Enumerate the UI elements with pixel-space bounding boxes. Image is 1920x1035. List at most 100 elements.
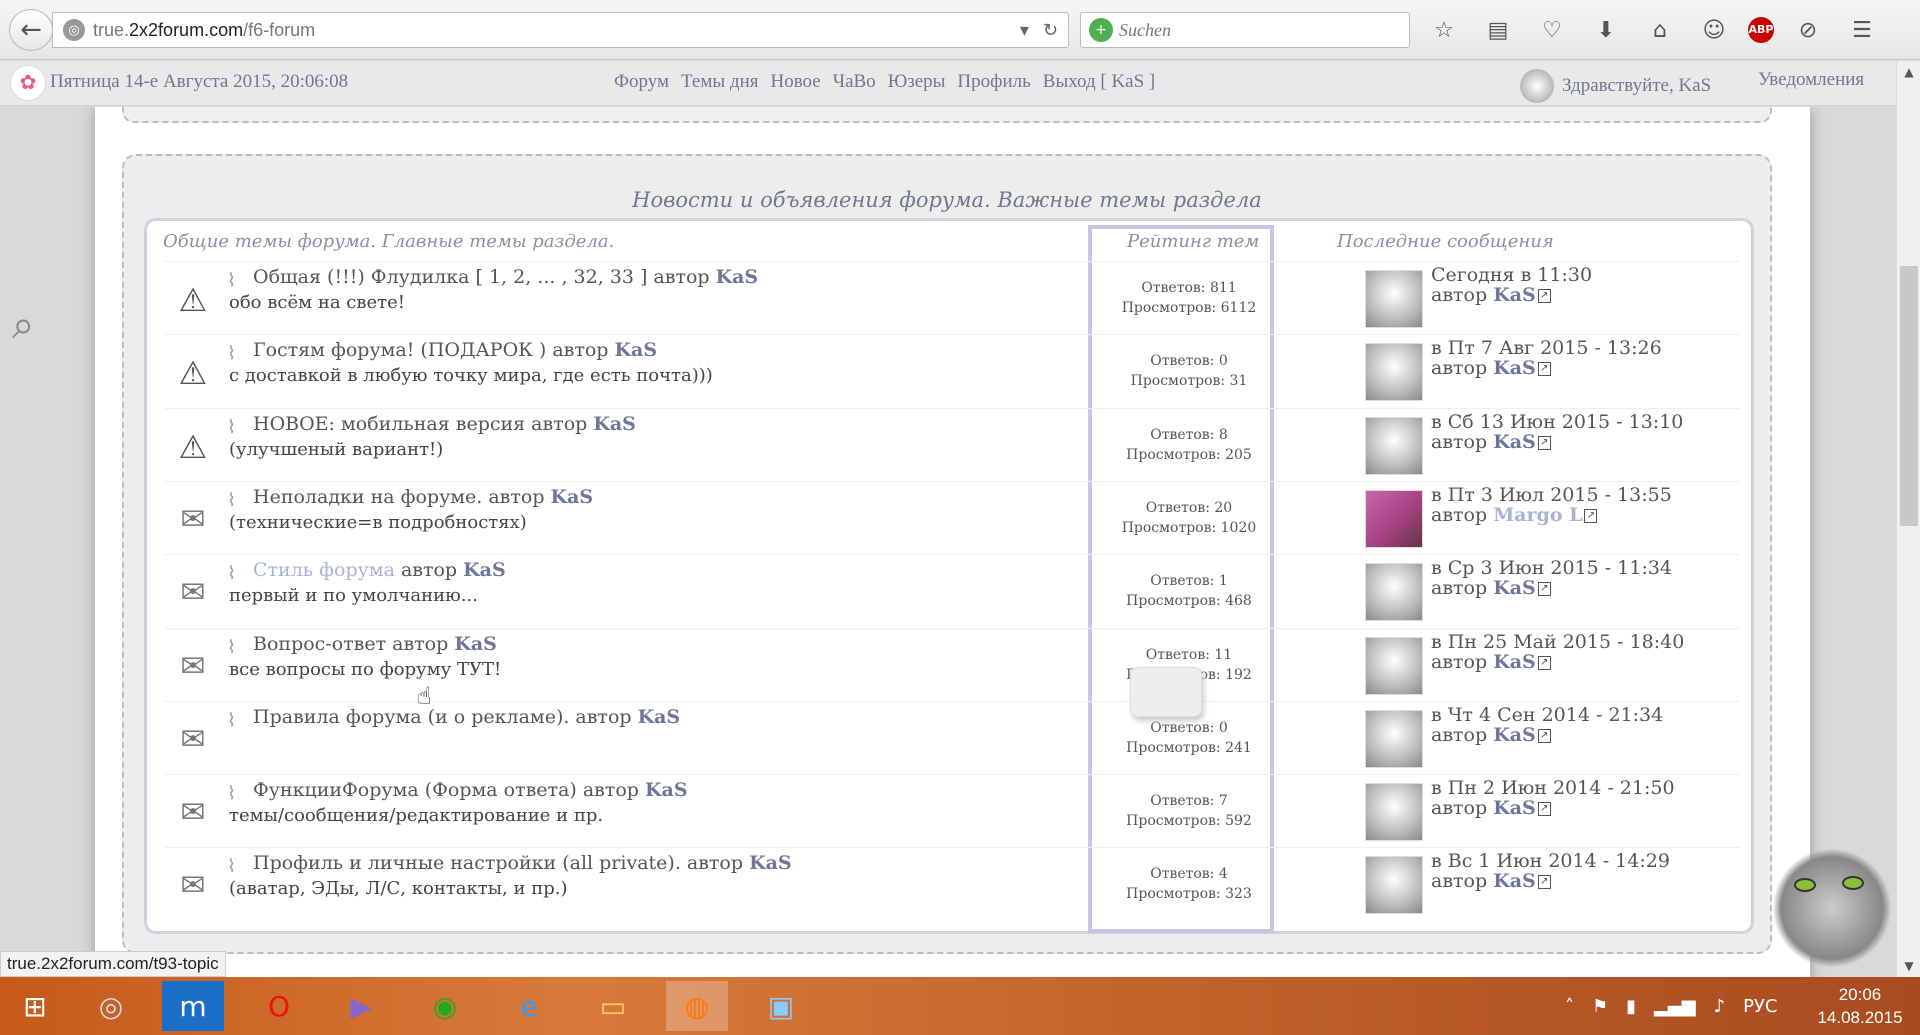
adblock-icon[interactable]: ABP xyxy=(1748,17,1774,43)
topic-author-link[interactable]: KaS xyxy=(638,706,681,728)
last-post-avatar[interactable] xyxy=(1365,709,1423,768)
go-to-last-post-icon[interactable]: ↗ xyxy=(1537,655,1551,670)
search-input[interactable]: + Suchen xyxy=(1080,12,1410,48)
go-to-last-post-icon[interactable]: ↗ xyxy=(1537,289,1551,303)
author-label: автор xyxy=(1431,870,1488,893)
dropdown-arrow-icon[interactable]: ▾ xyxy=(1020,20,1029,41)
menu-icon[interactable]: ☰ xyxy=(1842,18,1882,43)
scroll-down-icon[interactable]: ▼ xyxy=(1897,959,1920,973)
author-label: автор xyxy=(552,339,609,362)
go-to-last-post-icon[interactable]: ↗ xyxy=(1584,508,1598,523)
nav-logout[interactable]: Выход [ KaS ] xyxy=(1043,71,1155,93)
topic-author-link[interactable]: KaS xyxy=(454,633,497,655)
last-post-avatar[interactable] xyxy=(1365,343,1423,402)
topic-title-link[interactable]: Стиль форума xyxy=(253,559,395,581)
greeting[interactable]: Здравствуйте, KaS xyxy=(1520,69,1711,103)
topic-title-link[interactable]: Профиль и личные настройки (all private)… xyxy=(253,852,681,874)
safari-taskbar-icon[interactable]: ◎ xyxy=(80,981,142,1031)
ie-taskbar-icon[interactable]: e xyxy=(498,981,560,1031)
language-indicator[interactable]: РУС xyxy=(1743,996,1777,1017)
author-label: автор xyxy=(531,412,588,435)
addon-icon[interactable]: ⊘ xyxy=(1788,18,1828,43)
magnifier-icon[interactable]: ⌕ xyxy=(12,302,62,352)
topic-author-link[interactable]: KaS xyxy=(463,559,506,581)
scroll-thumb[interactable] xyxy=(1900,266,1918,526)
last-post-avatar[interactable] xyxy=(1365,563,1423,622)
go-to-last-post-icon[interactable]: ↗ xyxy=(1537,875,1551,890)
notifications-link[interactable]: Уведомления xyxy=(1758,69,1864,91)
topic-author-link[interactable]: KaS xyxy=(645,779,688,801)
topic-title-link[interactable]: НОВОЕ: мобильная версия xyxy=(253,413,525,435)
nav-new[interactable]: Новое xyxy=(770,71,820,93)
topic-title-link[interactable]: ФункцииФорума (Форма ответа) xyxy=(253,779,577,801)
chat-icon[interactable]: ☺ xyxy=(1694,18,1734,43)
last-post-avatar[interactable] xyxy=(1365,636,1423,695)
last-post-date: в Пн 2 Июн 2014 - 21:50 xyxy=(1431,777,1675,800)
url-text: true.2x2forum.com/f6-forum xyxy=(93,19,316,40)
nav-profile[interactable]: Профиль xyxy=(957,71,1030,93)
last-post-author-link[interactable]: KaS xyxy=(1493,284,1536,306)
last-post-author-link[interactable]: KaS xyxy=(1493,724,1536,746)
topic-author-link[interactable]: KaS xyxy=(551,486,594,508)
topic-title-link[interactable]: Неполадки на форуме. xyxy=(253,486,482,508)
content-panel: Новости и объявления форума. Важные темы… xyxy=(95,107,1810,977)
last-post-author-link[interactable]: Margo L xyxy=(1493,504,1582,526)
opera-taskbar-icon[interactable]: O xyxy=(248,981,310,1031)
explorer-taskbar-icon[interactable]: ▭ xyxy=(582,981,644,1031)
download-icon[interactable]: ⬇ xyxy=(1586,18,1626,43)
nav-forum[interactable]: Форум xyxy=(614,71,669,93)
section-title[interactable]: Новости и объявления форума. Важные темы… xyxy=(124,188,1770,212)
photos-taskbar-icon[interactable]: ▣ xyxy=(750,981,812,1031)
last-post-author-link[interactable]: KaS xyxy=(1493,357,1536,379)
home-icon[interactable]: ⌂ xyxy=(1640,18,1680,43)
nav-users[interactable]: Юзеры xyxy=(888,71,946,93)
go-to-last-post-icon[interactable]: ↗ xyxy=(1537,582,1551,597)
back-button[interactable]: ← xyxy=(9,9,53,51)
last-post-author-link[interactable]: KaS xyxy=(1493,431,1536,453)
replies-count: Ответов: 811 xyxy=(1141,280,1237,296)
maxthon-taskbar-icon[interactable]: m xyxy=(162,981,224,1031)
flag-icon[interactable]: ⚑ xyxy=(1592,996,1608,1017)
page-scrollbar[interactable]: ▲ ▼ xyxy=(1896,61,1920,977)
go-to-last-post-icon[interactable]: ↗ xyxy=(1537,728,1551,743)
go-to-last-post-icon[interactable]: ↗ xyxy=(1537,435,1551,450)
topic-title-link[interactable]: Гостям форума! (ПОДАРОК ) xyxy=(253,339,546,361)
replies-count: Ответов: 8 xyxy=(1150,426,1228,443)
tray-expand-icon[interactable]: ˄ xyxy=(1565,996,1574,1017)
last-post-author-link[interactable]: KaS xyxy=(1493,651,1536,673)
battery-icon[interactable]: ▮ xyxy=(1626,996,1636,1017)
last-post-avatar[interactable] xyxy=(1365,270,1423,328)
scroll-up-icon[interactable]: ▲ xyxy=(1897,65,1920,79)
url-bar[interactable]: ◎ true.2x2forum.com/f6-forum ▾ ↻ xyxy=(52,12,1069,48)
reading-list-icon[interactable]: ▤ xyxy=(1478,18,1518,43)
bookmark-star-icon[interactable]: ☆ xyxy=(1424,18,1464,43)
topic-title-link[interactable]: Общая (!!!) Флудилка [ 1, 2, ... , 32, 3… xyxy=(253,266,647,288)
topic-author-link[interactable]: KaS xyxy=(615,339,658,361)
go-to-last-post-icon[interactable]: ↗ xyxy=(1537,362,1551,377)
topic-author-link[interactable]: KaS xyxy=(593,413,636,435)
reload-icon[interactable]: ↻ xyxy=(1043,20,1058,41)
last-post-author-link[interactable]: KaS xyxy=(1493,797,1536,819)
messenger-taskbar-icon[interactable]: ▶ xyxy=(330,981,392,1031)
go-to-last-post-icon[interactable]: ↗ xyxy=(1537,802,1551,817)
volume-icon[interactable]: ♪ xyxy=(1714,996,1726,1017)
topic-author-link[interactable]: KaS xyxy=(716,266,759,288)
taskbar-clock[interactable]: 20:06 14.08.2015 xyxy=(1810,983,1910,1029)
nav-faq[interactable]: ЧаВо xyxy=(833,71,876,93)
last-post-author-link[interactable]: KaS xyxy=(1493,870,1536,892)
last-post-avatar[interactable] xyxy=(1365,489,1423,548)
last-post-avatar[interactable] xyxy=(1365,783,1423,842)
topic-title-link[interactable]: Правила форума (и о рекламе). xyxy=(253,706,569,728)
last-post-avatar[interactable] xyxy=(1365,416,1423,475)
topic-author-link[interactable]: KaS xyxy=(749,852,792,874)
last-post-author-link[interactable]: KaS xyxy=(1493,577,1536,599)
last-post-avatar[interactable] xyxy=(1365,856,1423,915)
firefox-taskbar-icon[interactable]: ◍ xyxy=(666,981,728,1031)
nav-topics-of-day[interactable]: Темы дня xyxy=(681,71,758,93)
pocket-icon[interactable]: ♡ xyxy=(1532,18,1572,43)
chrome-taskbar-icon[interactable]: ◉ xyxy=(414,981,476,1031)
network-icon[interactable]: ▂▄▆ xyxy=(1654,996,1696,1017)
start-button[interactable]: ⊞ xyxy=(4,981,66,1031)
topic-title-link[interactable]: Вопрос-ответ xyxy=(253,633,386,655)
search-engine-icon[interactable]: + xyxy=(1089,18,1113,42)
